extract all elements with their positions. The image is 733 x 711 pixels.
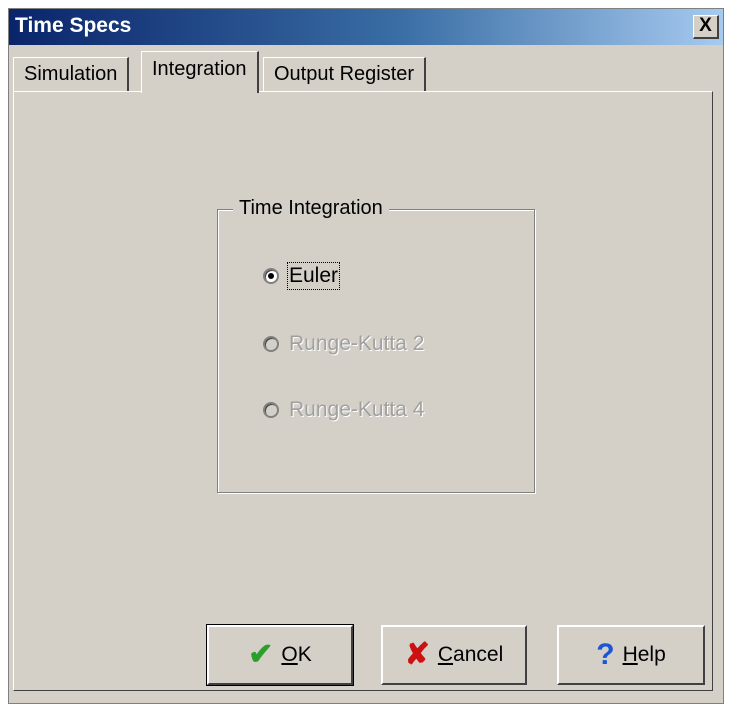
- radio-runge-kutta-4-label: Runge-Kutta 4: [289, 398, 425, 421]
- radio-runge-kutta-2: Runge-Kutta 2: [263, 329, 424, 359]
- question-mark-icon: ?: [596, 638, 615, 671]
- radio-runge-kutta-4: Runge-Kutta 4: [263, 395, 424, 425]
- ok-button-label: OK: [281, 643, 312, 666]
- radio-euler-button[interactable]: [263, 268, 279, 284]
- tab-simulation[interactable]: Simulation: [13, 57, 130, 91]
- close-icon: X: [699, 15, 712, 36]
- radio-runge-kutta-4-button: [263, 402, 279, 418]
- radio-euler-label[interactable]: Euler: [286, 262, 341, 290]
- time-specs-dialog: Time Specs X Simulation Integration Outp…: [8, 8, 724, 704]
- x-mark-icon: ✘: [404, 638, 430, 671]
- checkmark-icon: ✔: [248, 638, 274, 671]
- group-legend: Time Integration: [233, 197, 389, 220]
- cancel-button[interactable]: ✘ Cancel: [381, 625, 527, 685]
- tab-panel-integration: Time Integration Euler Runge-Kutta 2 Run…: [13, 91, 713, 691]
- help-button-label: Help: [622, 643, 666, 666]
- tab-output-register-label: Output Register: [274, 63, 415, 85]
- title-bar[interactable]: Time Specs X: [9, 9, 723, 45]
- window-title: Time Specs: [15, 14, 132, 37]
- time-integration-group: Time Integration Euler Runge-Kutta 2 Run…: [217, 197, 537, 493]
- tab-integration[interactable]: Integration: [141, 51, 259, 93]
- tab-output-register[interactable]: Output Register: [263, 57, 427, 91]
- cancel-button-label: Cancel: [437, 643, 504, 666]
- close-button[interactable]: X: [693, 15, 719, 39]
- radio-runge-kutta-2-label: Runge-Kutta 2: [289, 332, 425, 355]
- tab-bar: Simulation Integration Output Register: [13, 47, 713, 93]
- ok-button[interactable]: ✔ OK: [206, 624, 354, 686]
- radio-euler[interactable]: Euler: [263, 261, 341, 291]
- tab-integration-label: Integration: [152, 58, 247, 80]
- tab-simulation-label: Simulation: [24, 63, 118, 85]
- radio-runge-kutta-2-button: [263, 336, 279, 352]
- help-button[interactable]: ? Help: [557, 625, 705, 685]
